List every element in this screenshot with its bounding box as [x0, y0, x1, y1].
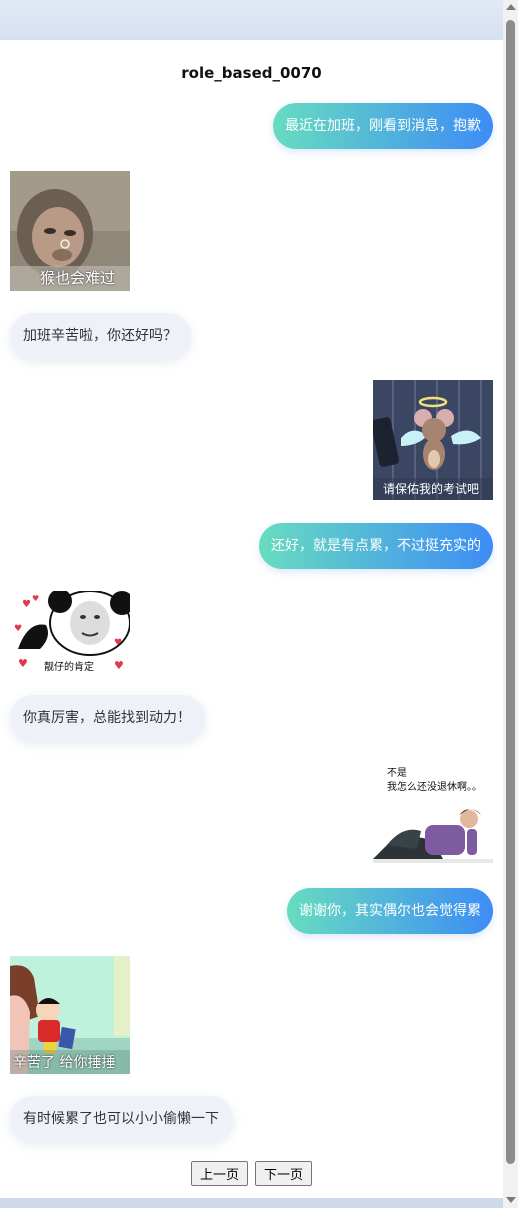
sticker-caption: 请保佑我的考试吧 [383, 482, 480, 496]
scrollbar[interactable] [503, 0, 518, 1208]
header-band [0, 0, 503, 40]
svg-text:♥: ♥ [32, 594, 39, 603]
svg-text:♥: ♥ [18, 657, 28, 670]
scroll-down-icon[interactable] [506, 1197, 516, 1203]
footer-band [0, 1198, 503, 1208]
sticker-caption: 靓仔的肯定 [44, 662, 94, 673]
sticker-cartoon-kid[interactable]: 辛苦了 给你捶捶 [10, 956, 130, 1074]
message-bubble-received: 有时候累了也可以小小偷懒一下 [10, 1096, 233, 1142]
prev-page-button[interactable]: 上一页 [190, 1161, 248, 1186]
scroll-up-icon[interactable] [506, 4, 516, 10]
message-bubble-sent: 还好，就是有点累，不过挺充实的 [259, 523, 493, 569]
chat-card: role_based_0070 最近在加班，刚看到消息，抱歉 猴也会难过 加班辛… [0, 40, 503, 1198]
sticker-monkey[interactable]: 猴也会难过 [10, 171, 130, 291]
message-bubble-sent: 谢谢你，其实偶尔也会觉得累 [287, 888, 493, 934]
caption-line: 我怎么还没退休啊。。 [387, 782, 482, 793]
svg-text:♥: ♥ [22, 599, 31, 610]
next-page-button[interactable]: 下一页 [255, 1161, 313, 1186]
caption-line: 不是 [387, 768, 407, 779]
sticker-caption: 辛苦了 给你捶捶 [13, 1055, 116, 1071]
message-bubble-sent: 最近在加班，刚看到消息，抱歉 [273, 103, 493, 149]
page-title: role_based_0070 [181, 64, 322, 82]
message-bubble-received: 你真厉害，总能找到动力！ [10, 695, 205, 741]
svg-text:♥: ♥ [14, 624, 22, 634]
message-bubble-received: 加班辛苦啦，你还好吗？ [10, 313, 191, 359]
scrollbar-thumb[interactable] [506, 20, 515, 1164]
sticker-panda[interactable]: ♥ ♥ ♥ ♥ ♥ ♥ 靓仔的肯定 [10, 591, 130, 673]
svg-text:♥: ♥ [114, 638, 122, 648]
sticker-caption: 不是 我怎么还没退休啊。。 [387, 767, 482, 795]
svg-text:♥: ♥ [114, 659, 124, 672]
pagination: 上一页 下一页 [0, 1161, 503, 1186]
sticker-angel-mouse[interactable]: 请保佑我的考试吧 [373, 380, 493, 500]
sticker-caption: 猴也会难过 [40, 269, 116, 287]
sticker-reclining-man[interactable]: 不是 我怎么还没退休啊。。 [373, 763, 493, 865]
